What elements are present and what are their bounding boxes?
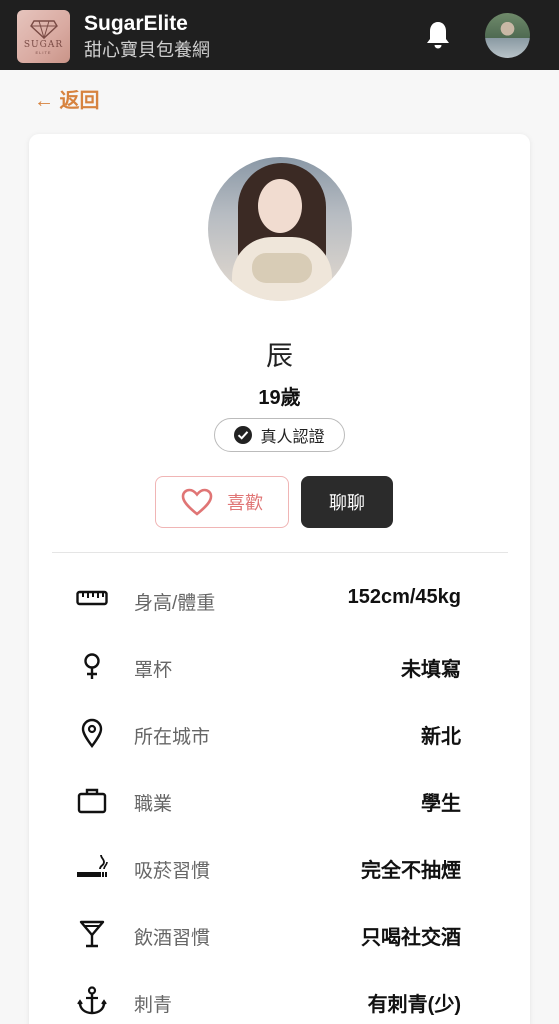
- detail-value: 只喝社交酒: [361, 927, 461, 949]
- detail-value: 新北: [421, 726, 461, 748]
- profile-name: 辰: [266, 341, 293, 371]
- app-subtitle: 甜心寶貝包養網: [84, 40, 210, 60]
- detail-row-height-weight: 身高/體重 152cm/45kg: [29, 579, 530, 619]
- detail-row-cup: 罩杯 未填寫: [29, 646, 530, 686]
- like-label: 喜歡: [227, 493, 263, 513]
- profile-age: 19歲: [258, 387, 301, 409]
- detail-label: 罩杯: [134, 660, 173, 681]
- profile-photo[interactable]: [208, 157, 352, 301]
- check-circle-icon: [234, 426, 253, 444]
- brand-logo[interactable]: SUGAR ELITE: [17, 10, 70, 63]
- user-avatar[interactable]: [485, 13, 530, 58]
- verified-label: 真人認證: [260, 429, 325, 446]
- diamond-icon: [29, 19, 58, 39]
- detail-row-city: 所在城市 新北: [29, 713, 530, 753]
- detail-label: 吸菸習慣: [134, 861, 211, 882]
- detail-value: 152cm/45kg: [347, 586, 461, 608]
- logo-text: SUGAR: [23, 39, 64, 50]
- heart-icon: [181, 488, 213, 516]
- female-icon: [84, 653, 100, 679]
- logo-subtext: ELITE: [35, 49, 52, 55]
- detail-value: 未填寫: [401, 659, 461, 681]
- location-pin-icon: [81, 718, 103, 748]
- detail-label: 所在城市: [134, 727, 211, 748]
- detail-row-drinking: 飲酒習慣 只喝社交酒: [29, 914, 530, 954]
- chat-button[interactable]: 聊聊: [301, 476, 393, 528]
- ruler-icon: [76, 590, 108, 606]
- cocktail-icon: [79, 920, 105, 948]
- detail-row-smoking: 吸菸習慣 完全不抽煙: [29, 847, 530, 887]
- app-title: SugarElite: [84, 12, 188, 35]
- verified-badge: 真人認證: [214, 418, 345, 452]
- top-bar: SUGAR ELITE SugarElite 甜心寶貝包養網: [0, 0, 559, 70]
- anchor-icon: [77, 986, 107, 1015]
- detail-row-job: 職業 學生: [29, 780, 530, 820]
- divider: [52, 552, 508, 553]
- like-button[interactable]: 喜歡: [155, 476, 289, 528]
- detail-row-tattoo: 刺青 有刺青(少): [29, 981, 530, 1021]
- briefcase-icon: [77, 788, 107, 814]
- back-link[interactable]: ← 返回: [34, 84, 100, 113]
- detail-label: 身高/體重: [134, 593, 216, 614]
- detail-label: 職業: [134, 794, 173, 815]
- detail-label: 飲酒習慣: [134, 928, 211, 949]
- smoking-icon: [77, 854, 108, 877]
- detail-label: 刺青: [134, 995, 173, 1016]
- detail-value: 學生: [421, 793, 461, 815]
- bell-icon[interactable]: [425, 20, 451, 50]
- detail-value: 有刺青(少): [367, 994, 461, 1016]
- detail-value: 完全不抽煙: [361, 860, 461, 882]
- profile-card: 辰 19歲 真人認證 喜歡 聊聊 身高/體重 152cm/45kg 罩杯 未填寫: [29, 134, 530, 1024]
